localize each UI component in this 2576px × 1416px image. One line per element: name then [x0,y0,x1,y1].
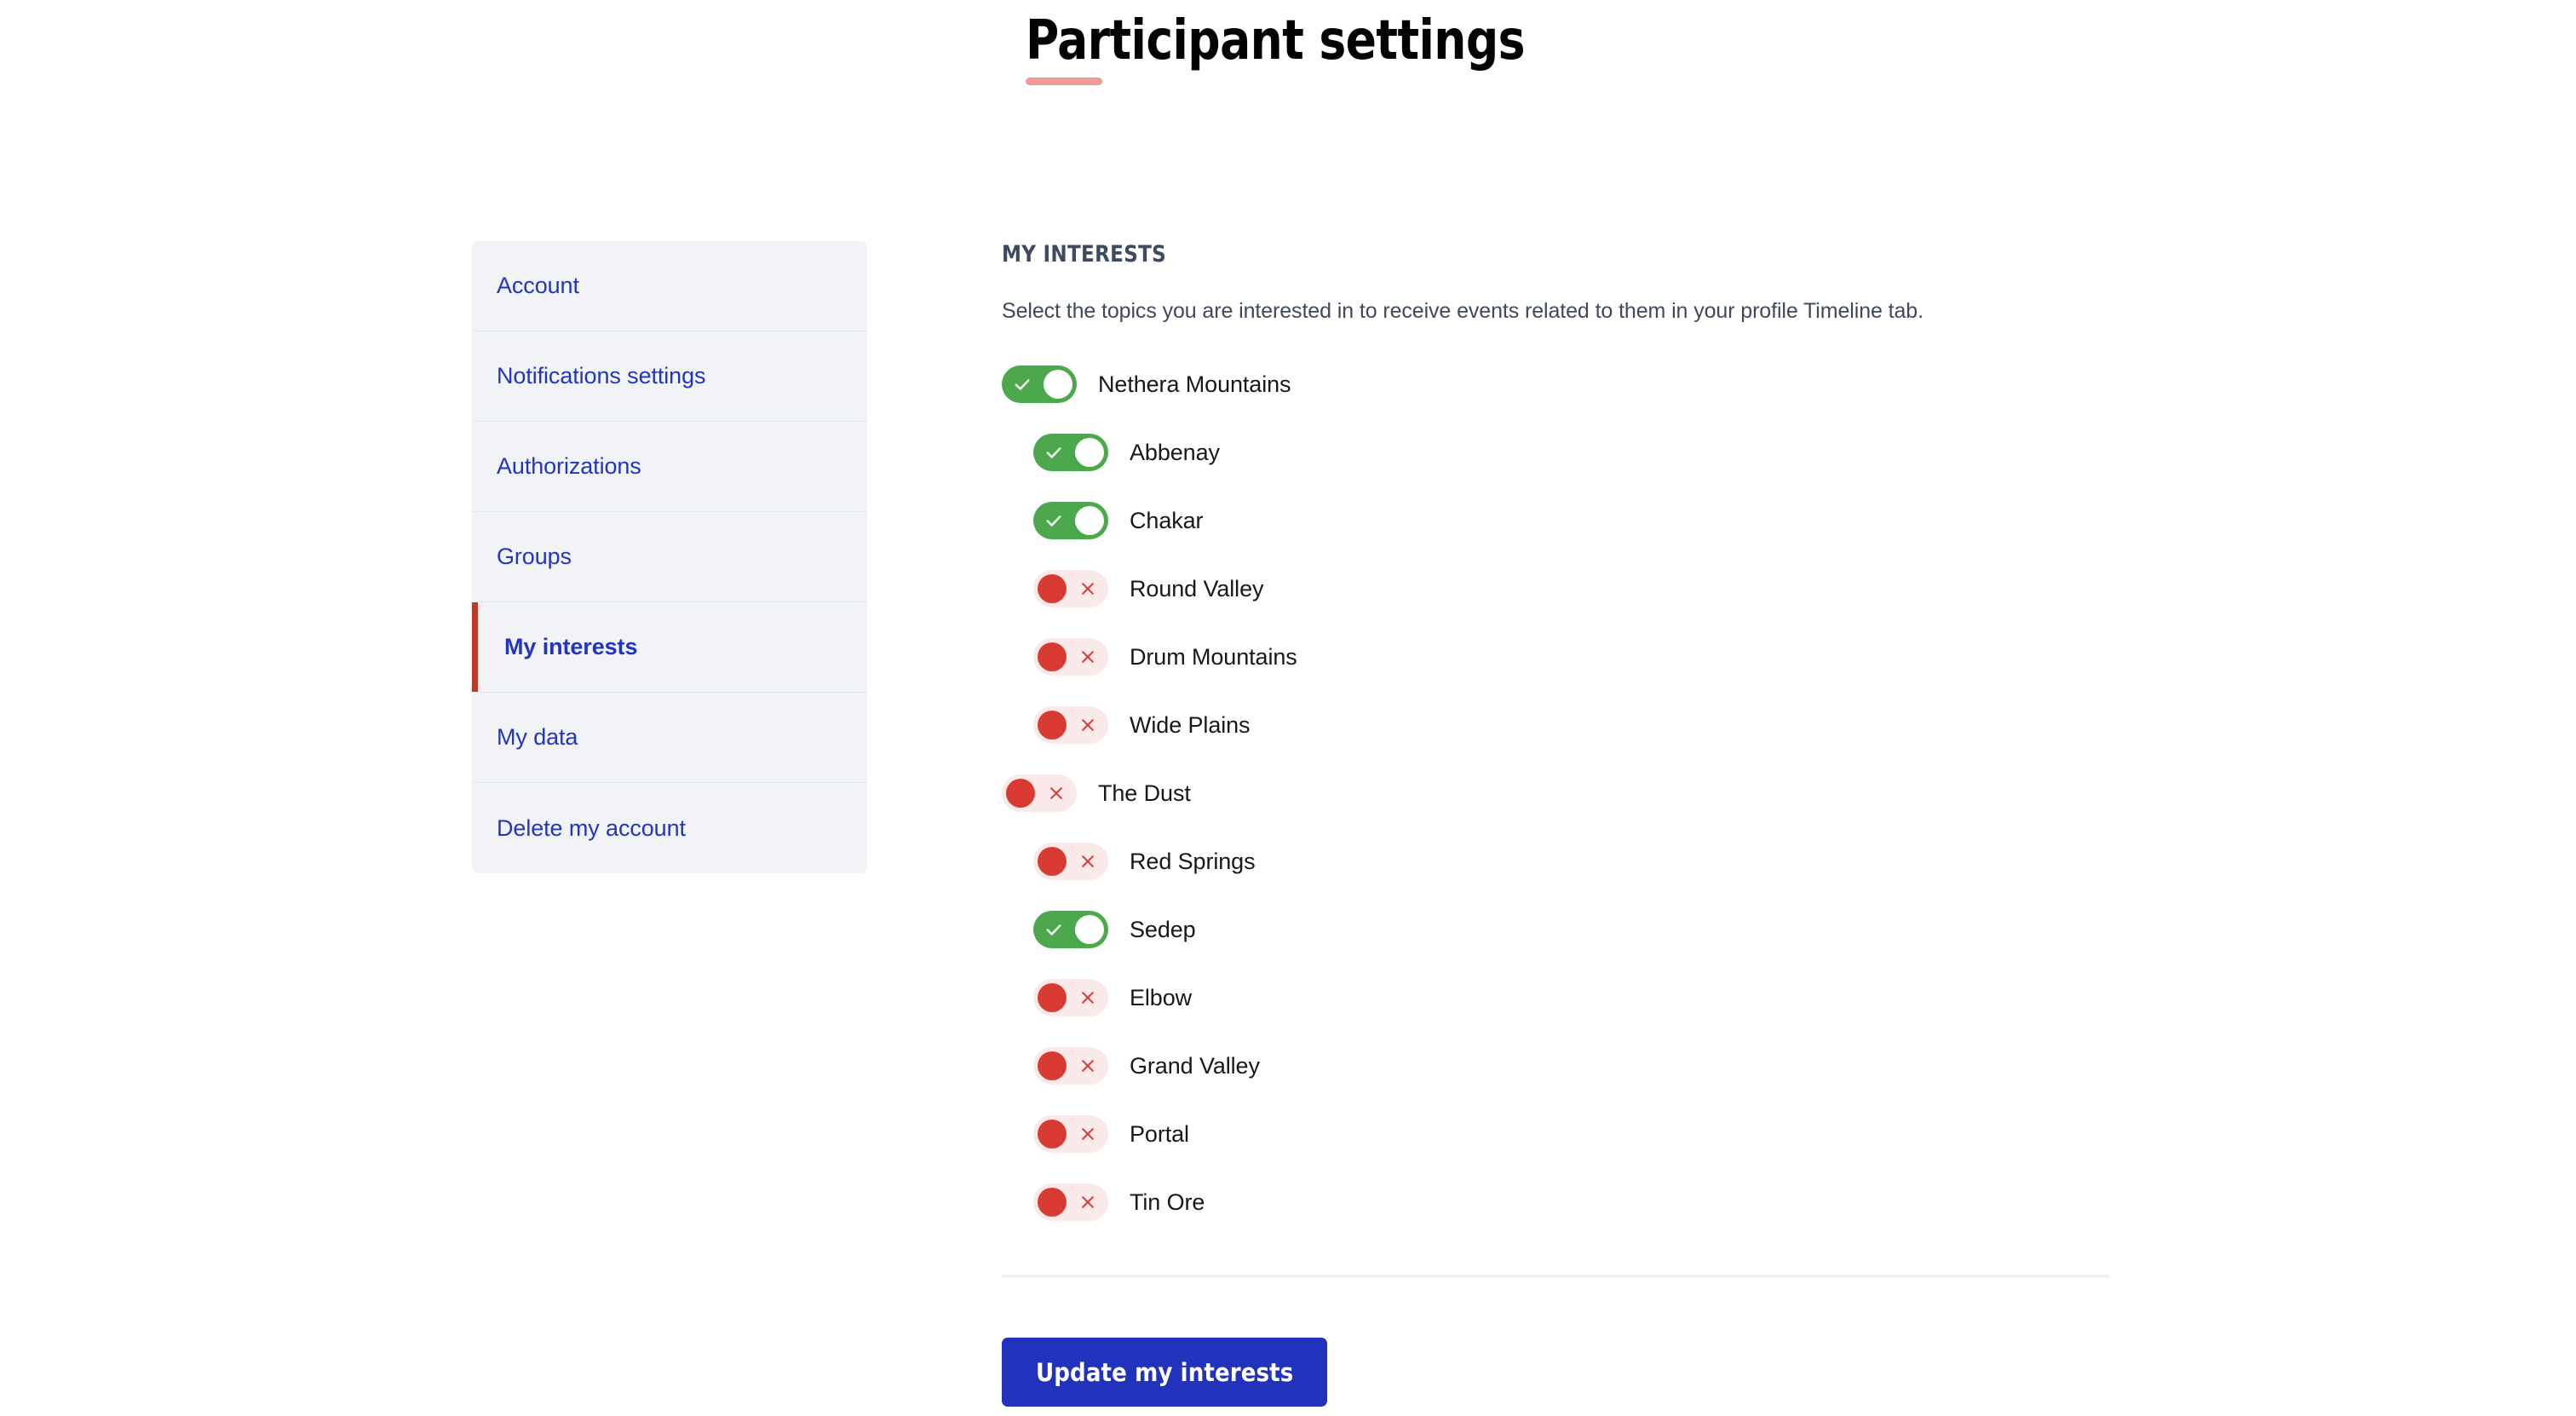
interest-label: Chakar [1130,507,1204,533]
sidebar-item-account[interactable]: Account [472,241,867,331]
interest-label: Grand Valley [1130,1052,1260,1079]
update-my-interests-button[interactable]: Update my interests [1002,1338,1328,1407]
sidebar-item-notifications-settings[interactable]: Notifications settings [472,331,867,422]
interest-label: The Dust [1098,780,1191,806]
close-icon [1069,979,1107,1016]
toggle-knob [1038,983,1067,1012]
interest-label: Portal [1130,1120,1189,1147]
interest-toggle-elbow[interactable] [1033,979,1108,1016]
interest-label: Drum Mountains [1130,643,1297,670]
interest-label: Sedep [1130,916,1196,942]
interest-toggle-sedep[interactable] [1033,911,1108,948]
interest-row-red-springs: Red Springs [1002,827,2109,895]
interest-row-wide-plains: Wide Plains [1002,691,2109,759]
close-icon [1038,774,1075,812]
sidebar-item-label: My interests [504,634,638,659]
section-title-my-interests: MY INTERESTS [1002,241,1167,268]
interest-label: Abbenay [1130,439,1220,465]
close-icon [1069,706,1107,744]
interest-row-chakar: Chakar [1002,486,2109,555]
sidebar-item-groups[interactable]: Groups [472,512,867,602]
interest-row-nethera-mountains: Nethera Mountains [1002,350,2109,418]
interest-toggle-tin-ore[interactable] [1033,1183,1108,1221]
interest-row-drum-mountains: Drum Mountains [1002,623,2109,691]
check-icon [1035,502,1072,539]
toggle-knob [1006,779,1035,808]
toggle-knob [1038,574,1067,603]
interest-toggle-the-dust[interactable] [1002,774,1077,812]
interest-row-sedep: Sedep [1002,895,2109,964]
page-header: Participant settings [1026,9,1562,86]
title-underline-accent [1026,78,1102,86]
interest-label: Nethera Mountains [1098,371,1291,397]
interest-label: Elbow [1130,984,1193,1010]
toggle-knob [1038,1188,1067,1217]
sidebar-item-label: My data [497,724,578,750]
close-icon [1069,1115,1107,1153]
form-divider [1002,1275,2109,1278]
interest-toggle-chakar[interactable] [1033,502,1108,539]
interest-row-tin-ore: Tin Ore [1002,1168,2109,1236]
interest-label: Red Springs [1130,848,1256,874]
close-icon [1069,570,1107,607]
toggle-knob [1038,1120,1067,1148]
sidebar-item-my-interests[interactable]: My interests [472,602,867,693]
toggle-knob [1075,438,1104,467]
interest-toggle-round-valley[interactable] [1033,570,1108,607]
check-icon [1003,366,1041,403]
toggle-knob [1038,711,1067,740]
participant-settings-page: Participant settings Account Notification… [0,0,2576,1416]
interest-toggle-grand-valley[interactable] [1033,1047,1108,1085]
interest-toggle-red-springs[interactable] [1033,843,1108,880]
interest-row-grand-valley: Grand Valley [1002,1032,2109,1100]
check-icon [1035,434,1072,471]
close-icon [1069,638,1107,676]
interest-label: Round Valley [1130,575,1264,602]
interest-toggle-portal[interactable] [1033,1115,1108,1153]
sidebar-item-label: Delete my account [497,814,686,841]
interest-toggle-list: Nethera Mountains Abbenay Chakar Round Vall… [1002,350,2109,1236]
toggle-knob [1075,506,1104,535]
check-icon [1035,911,1072,948]
toggle-knob [1038,1051,1067,1080]
sidebar-item-delete-my-account[interactable]: Delete my account [472,783,867,873]
settings-sidebar: Account Notifications settings Authorizati… [472,241,867,873]
interest-row-abbenay: Abbenay [1002,418,2109,486]
main-content: MY INTERESTS Select the topics you are i… [1002,241,2109,1407]
interest-row-portal: Portal [1002,1100,2109,1168]
close-icon [1069,1047,1107,1085]
section-description: Select the topics you are interested in … [1002,299,1923,323]
interest-row-round-valley: Round Valley [1002,555,2109,623]
close-icon [1069,1183,1107,1221]
interest-toggle-abbenay[interactable] [1033,434,1108,471]
interest-label: Tin Ore [1130,1189,1205,1215]
toggle-knob [1075,915,1104,944]
close-icon [1069,843,1107,880]
page-title: Participant settings [1026,9,1526,72]
toggle-knob [1044,370,1072,399]
sidebar-item-label: Notifications settings [497,363,706,389]
interest-toggle-drum-mountains[interactable] [1033,638,1108,676]
sidebar-item-label: Account [497,273,579,298]
sidebar-item-authorizations[interactable]: Authorizations [472,422,867,512]
toggle-knob [1038,847,1067,876]
toggle-knob [1038,642,1067,671]
sidebar-item-label: Groups [497,544,572,569]
sidebar-item-label: Authorizations [497,453,641,479]
interest-row-the-dust: The Dust [1002,759,2109,827]
interest-label: Wide Plains [1130,711,1251,738]
sidebar-item-my-data[interactable]: My data [472,693,867,783]
interest-toggle-nethera-mountains[interactable] [1002,366,1077,403]
interest-row-elbow: Elbow [1002,964,2109,1032]
interest-toggle-wide-plains[interactable] [1033,706,1108,744]
